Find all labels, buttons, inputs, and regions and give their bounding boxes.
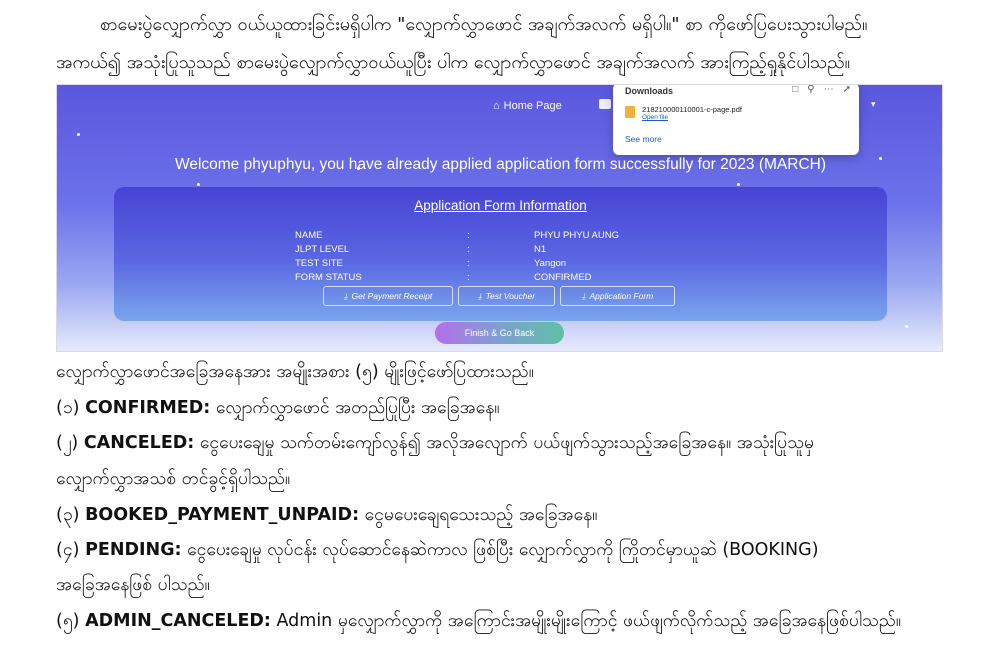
star-dot [737,183,740,186]
status-item-4: (၄) PENDING: ငွေပေးချေမှု လုပ်ငန်း လုပ်ဆ… [56,540,819,560]
test-voucher-button[interactable]: ⤓ Test Voucher [458,286,555,306]
finish-go-back-button[interactable]: Finish & Go Back [435,322,564,344]
welcome-message: Welcome phyuphyu, you have already appli… [174,156,827,173]
download-file-name[interactable]: 218210000110001-c-page.pdf [642,105,742,114]
more-icon[interactable]: ⋯ [824,85,834,95]
info-row-name: NAME : PHYU PHYU AUNG [295,230,619,241]
pdf-file-icon [625,106,635,118]
open-file-link[interactable]: Open file [642,114,668,121]
chevron-down-icon[interactable]: ▾ [871,100,876,110]
status-item-4-cont: အခြေအနေဖြစ် ပါသည်။ [56,575,210,595]
intro-paragraph-1: စာမေးပွဲလျှောက်လွှာ ဝယ်ယူထားခြင်းမရှိပါက… [100,14,868,35]
download-icon: ⤓ [477,290,482,301]
menu-icon[interactable] [599,99,611,109]
download-icon: ⤓ [343,290,348,301]
star-dot [77,133,80,136]
status-item-3: (၃) BOOKED_PAYMENT_UNPAID: ငွေမပေးချေရသေ… [56,505,598,525]
folder-icon[interactable]: □ [792,85,798,95]
status-item-1: (၁) CONFIRMED: လျှောက်လွှာဖောင် အတည်ပြုပ… [56,398,500,418]
nav-home-link[interactable]: ⌂ Home Page [493,100,562,112]
card-title: Application Form Information [414,198,587,213]
status-intro: လျှောက်လွှာဖောင်အခြေအနေအား အမျိုးအစား (၅… [56,362,534,382]
status-item-2: (၂) CANCELED: ငွေပေးချေမှု သက်တမ်းကျော်လ… [56,433,815,453]
intro-paragraph-2: အကယ်၍ အသုံးပြုသူသည် စာမေးပွဲလျှောက်လွှာဝ… [56,52,851,73]
search-icon[interactable]: ⚲ [807,85,814,95]
info-row-status: FORM STATUS : CONFIRMED [295,272,592,283]
downloads-title: Downloads [625,86,674,96]
download-icon: ⤓ [581,290,586,301]
get-payment-receipt-button[interactable]: ⤓ Get Payment Receipt [323,286,453,306]
pin-icon[interactable]: ➚ [843,85,851,95]
application-form-button[interactable]: ⤓ Application Form [560,286,675,306]
star-dot [905,325,908,328]
home-icon: ⌂ [493,100,500,112]
embedded-screenshot: ⌂ Home Page ▾ Downloads □ ⚲ ⋯ ➚ 21821000… [56,84,943,352]
see-more-link[interactable]: See more [625,134,662,144]
info-row-site: TEST SITE : Yangon [295,258,567,269]
info-row-level: JLPT LEVEL : N1 [295,244,547,255]
application-form-card: Application Form Information NAME : PHYU… [114,187,887,321]
status-item-5: (၅) ADMIN_CANCELED: Admin မှလျှောက်လွှာက… [56,611,902,631]
status-item-2-cont: လျှောက်လွှာအသစ် တင်ခွင့်ရှိပါသည်။ [56,469,291,489]
downloads-popup: Downloads □ ⚲ ⋯ ➚ 218210000110001-c-page… [613,85,859,155]
star-dot [197,183,200,186]
